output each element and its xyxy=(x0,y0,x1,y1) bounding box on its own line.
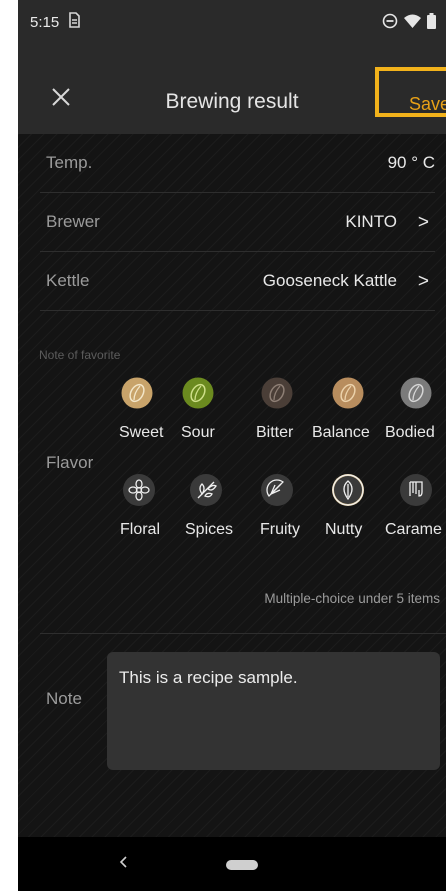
brewer-label: Brewer xyxy=(46,212,100,231)
note-label: Note xyxy=(46,689,82,708)
temp-row[interactable]: Temp. 90 ° C xyxy=(40,134,435,193)
divider xyxy=(40,633,446,634)
status-icons xyxy=(382,13,436,29)
brewing-result-form: Temp. 90 ° C Brewer KINTO > Kettle Goose… xyxy=(18,134,446,837)
kettle-value: Gooseneck Kattle xyxy=(262,271,397,290)
kettle-label: Kettle xyxy=(46,271,90,290)
chevron-right-icon: > xyxy=(417,271,429,292)
aroma-label-fruity: Fruity xyxy=(260,521,300,538)
flower-icon[interactable] xyxy=(123,474,155,506)
nav-back-button[interactable] xyxy=(117,855,131,869)
bean-icon[interactable] xyxy=(121,377,153,409)
aroma-label-floral: Floral xyxy=(120,521,161,538)
system-nav-bar xyxy=(18,837,446,891)
caramel-icon[interactable] xyxy=(400,474,432,506)
taste-label-bitter: Bitter xyxy=(256,424,294,441)
status-time: 5:15 xyxy=(30,14,60,31)
multiple-choice-hint: Multiple-choice under 5 items xyxy=(264,591,440,606)
bean-icon[interactable] xyxy=(400,377,432,409)
aroma-label-spices: Spices xyxy=(185,521,234,538)
brewer-row[interactable]: Brewer KINTO > xyxy=(40,193,435,252)
taste-label-sweet: Sweet xyxy=(119,424,164,441)
aroma-label-carame: Carame xyxy=(385,521,442,538)
brewer-value: KINTO xyxy=(345,212,397,231)
taste-label-sour: Sour xyxy=(181,424,215,441)
kettle-row[interactable]: Kettle Gooseneck Kattle > xyxy=(40,252,435,311)
nut-icon[interactable] xyxy=(332,474,364,506)
app-bar: Brewing result Save xyxy=(18,44,446,134)
battery-icon xyxy=(427,13,436,29)
wifi-icon xyxy=(404,14,421,28)
note-textarea[interactable]: This is a recipe sample. xyxy=(107,652,440,770)
taste-label-balance: Balance xyxy=(312,424,370,441)
temp-label: Temp. xyxy=(46,153,93,172)
chevron-right-icon: > xyxy=(417,212,429,233)
home-pill[interactable] xyxy=(226,860,258,870)
bean-icon[interactable] xyxy=(332,377,364,409)
chevron-left-icon xyxy=(119,856,127,868)
status-bar: 5:15 xyxy=(18,0,446,44)
citrus-icon[interactable] xyxy=(261,474,293,506)
taste-label-bodied: Bodied xyxy=(385,424,435,441)
bean-icon[interactable] xyxy=(182,377,214,409)
save-button[interactable]: Save xyxy=(375,67,446,117)
phone-screen: 5:15 Brewing result Save Temp. 90 ° C Br… xyxy=(18,0,446,891)
section-label: Note of favorite xyxy=(39,348,121,362)
leaf-icon[interactable] xyxy=(190,474,222,506)
save-label: Save xyxy=(409,94,446,114)
dnd-icon xyxy=(382,13,398,29)
bean-icon[interactable] xyxy=(261,377,293,409)
sim-icon xyxy=(68,12,81,32)
temp-value: 90 ° C xyxy=(387,153,435,172)
flavor-label: Flavor xyxy=(46,453,94,472)
aroma-label-nutty: Nutty xyxy=(325,521,363,538)
